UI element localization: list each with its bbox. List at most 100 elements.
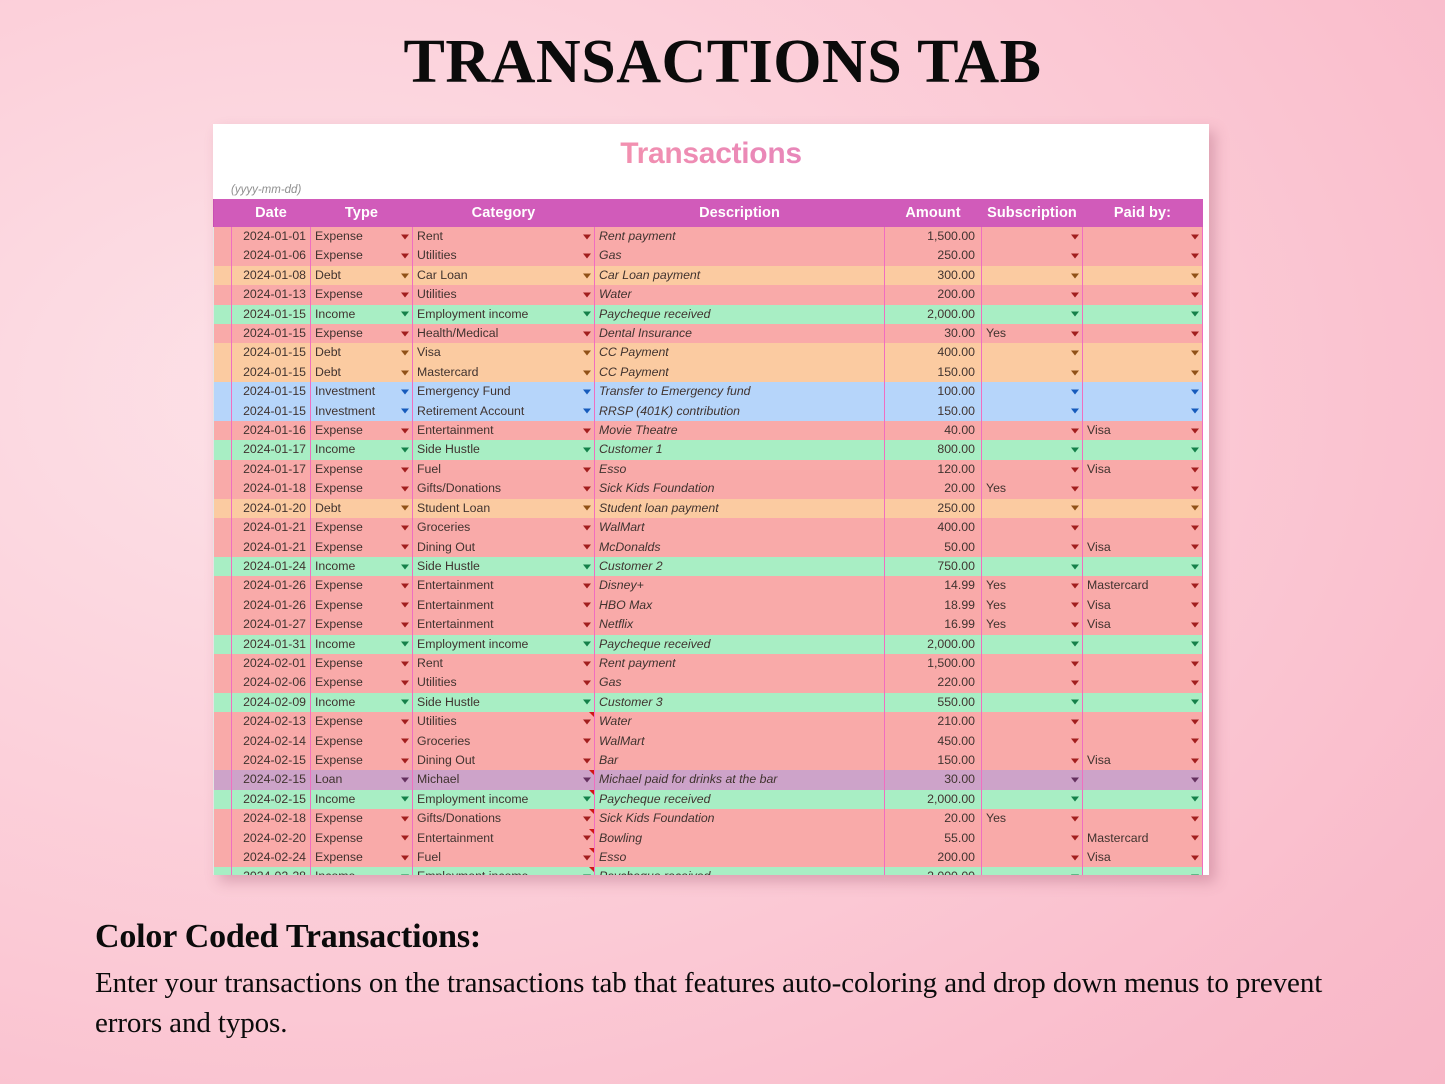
cell-category[interactable]: Car Loan: [412, 265, 595, 286]
table-row[interactable]: 2024-02-20 Expense Entertainment Bowling 55.…: [213, 828, 1203, 848]
cell-subscription[interactable]: Yes: [981, 595, 1083, 616]
chevron-down-icon[interactable]: [1071, 350, 1079, 356]
chevron-down-icon[interactable]: [401, 758, 409, 764]
cell-amount[interactable]: 450.00: [884, 731, 982, 751]
chevron-down-icon[interactable]: [1191, 389, 1199, 395]
chevron-down-icon[interactable]: [583, 486, 591, 492]
cell-date[interactable]: 2024-01-15: [231, 362, 311, 383]
cell-paid-by[interactable]: [1082, 479, 1203, 499]
chevron-down-icon[interactable]: [1071, 564, 1079, 570]
cell-amount[interactable]: 40.00: [884, 421, 982, 441]
table-row[interactable]: 2024-01-15 Investment Emergency Fund Transf…: [213, 382, 1203, 402]
cell-category[interactable]: Side Hustle: [412, 692, 595, 713]
cell-subscription[interactable]: [981, 537, 1083, 557]
cell-paid-by[interactable]: Mastercard: [1082, 576, 1203, 596]
cell-date[interactable]: 2024-01-01: [231, 227, 311, 247]
chevron-down-icon[interactable]: [583, 389, 591, 395]
cell-type[interactable]: Investment: [310, 401, 413, 422]
chevron-down-icon[interactable]: [583, 680, 591, 686]
chevron-down-icon[interactable]: [401, 234, 409, 240]
chevron-down-icon[interactable]: [1191, 835, 1199, 841]
table-row[interactable]: 2024-01-15 Debt Visa CC Payment 400.00: [213, 343, 1203, 363]
chevron-down-icon[interactable]: [1191, 273, 1199, 279]
cell-paid-by[interactable]: [1082, 498, 1203, 519]
cell-date[interactable]: 2024-01-18: [231, 479, 311, 499]
chevron-down-icon[interactable]: [583, 641, 591, 647]
cell-paid-by[interactable]: [1082, 343, 1203, 363]
cell-date[interactable]: 2024-01-13: [231, 285, 311, 305]
chevron-down-icon[interactable]: [1191, 719, 1199, 725]
cell-paid-by[interactable]: [1082, 789, 1203, 810]
chevron-down-icon[interactable]: [401, 292, 409, 298]
chevron-down-icon[interactable]: [401, 408, 409, 414]
cell-category[interactable]: Employment income: [412, 867, 595, 875]
chevron-down-icon[interactable]: [1071, 544, 1079, 550]
cell-date[interactable]: 2024-02-14: [231, 731, 311, 751]
table-row[interactable]: 2024-01-31 Income Employment income Paycheq…: [213, 634, 1203, 654]
cell-type[interactable]: Income: [310, 789, 413, 810]
cell-category[interactable]: Dining Out: [412, 537, 595, 557]
cell-date[interactable]: 2024-01-15: [231, 382, 311, 402]
chevron-down-icon[interactable]: [583, 835, 591, 841]
chevron-down-icon[interactable]: [583, 738, 591, 744]
cell-description[interactable]: Bar: [594, 750, 885, 771]
cell-description[interactable]: RRSP (401K) contribution: [594, 401, 885, 422]
chevron-down-icon[interactable]: [401, 544, 409, 550]
cell-category[interactable]: Visa: [412, 343, 595, 363]
cell-date[interactable]: 2024-01-16: [231, 421, 311, 441]
cell-description[interactable]: Paycheque received: [594, 304, 885, 325]
cell-date[interactable]: 2024-01-27: [231, 615, 311, 635]
cell-type[interactable]: Expense: [310, 421, 413, 441]
table-row[interactable]: 2024-02-06 Expense Utilities Gas 220.00: [213, 673, 1203, 693]
chevron-down-icon[interactable]: [583, 408, 591, 414]
chevron-down-icon[interactable]: [1071, 758, 1079, 764]
cell-type[interactable]: Expense: [310, 537, 413, 557]
cell-category[interactable]: Utilities: [412, 673, 595, 693]
chevron-down-icon[interactable]: [401, 816, 409, 822]
cell-description[interactable]: WalMart: [594, 731, 885, 751]
cell-type[interactable]: Expense: [310, 809, 413, 829]
cell-description[interactable]: Paycheque received: [594, 634, 885, 654]
cell-subscription[interactable]: Yes: [981, 615, 1083, 635]
cell-description[interactable]: Paycheque received: [594, 789, 885, 810]
cell-category[interactable]: Fuel: [412, 848, 595, 868]
chevron-down-icon[interactable]: [401, 467, 409, 473]
cell-paid-by[interactable]: [1082, 227, 1203, 247]
cell-subscription[interactable]: [981, 343, 1083, 363]
cell-amount[interactable]: 150.00: [884, 401, 982, 422]
cell-type[interactable]: Loan: [310, 770, 413, 790]
cell-subscription[interactable]: [981, 770, 1083, 790]
cell-paid-by[interactable]: [1082, 246, 1203, 266]
cell-date[interactable]: 2024-01-08: [231, 265, 311, 286]
chevron-down-icon[interactable]: [583, 583, 591, 589]
chevron-down-icon[interactable]: [583, 622, 591, 628]
cell-amount[interactable]: 20.00: [884, 809, 982, 829]
table-row[interactable]: 2024-01-15 Expense Health/Medical Dental In…: [213, 324, 1203, 344]
table-row[interactable]: 2024-02-09 Income Side Hustle Customer 3 550…: [213, 692, 1203, 713]
chevron-down-icon[interactable]: [1191, 544, 1199, 550]
chevron-down-icon[interactable]: [401, 525, 409, 531]
cell-amount[interactable]: 2,000.00: [884, 789, 982, 810]
table-row[interactable]: 2024-02-01 Expense Rent Rent payment 1,500.0…: [213, 653, 1203, 674]
cell-type[interactable]: Expense: [310, 848, 413, 868]
chevron-down-icon[interactable]: [1071, 253, 1079, 259]
cell-date[interactable]: 2024-02-15: [231, 789, 311, 810]
cell-description[interactable]: Disney+: [594, 576, 885, 596]
cell-category[interactable]: Employment income: [412, 304, 595, 325]
cell-date[interactable]: 2024-01-20: [231, 498, 311, 519]
cell-amount[interactable]: 220.00: [884, 673, 982, 693]
cell-type[interactable]: Debt: [310, 362, 413, 383]
chevron-down-icon[interactable]: [1191, 758, 1199, 764]
chevron-down-icon[interactable]: [1071, 738, 1079, 744]
cell-category[interactable]: Entertainment: [412, 615, 595, 635]
cell-amount[interactable]: 250.00: [884, 498, 982, 519]
cell-description[interactable]: Rent payment: [594, 227, 885, 247]
cell-category[interactable]: Groceries: [412, 731, 595, 751]
cell-subscription[interactable]: [981, 382, 1083, 402]
cell-amount[interactable]: 55.00: [884, 828, 982, 848]
chevron-down-icon[interactable]: [1191, 525, 1199, 531]
chevron-down-icon[interactable]: [401, 331, 409, 337]
cell-description[interactable]: Bowling: [594, 828, 885, 848]
chevron-down-icon[interactable]: [1071, 428, 1079, 434]
cell-subscription[interactable]: [981, 285, 1083, 305]
